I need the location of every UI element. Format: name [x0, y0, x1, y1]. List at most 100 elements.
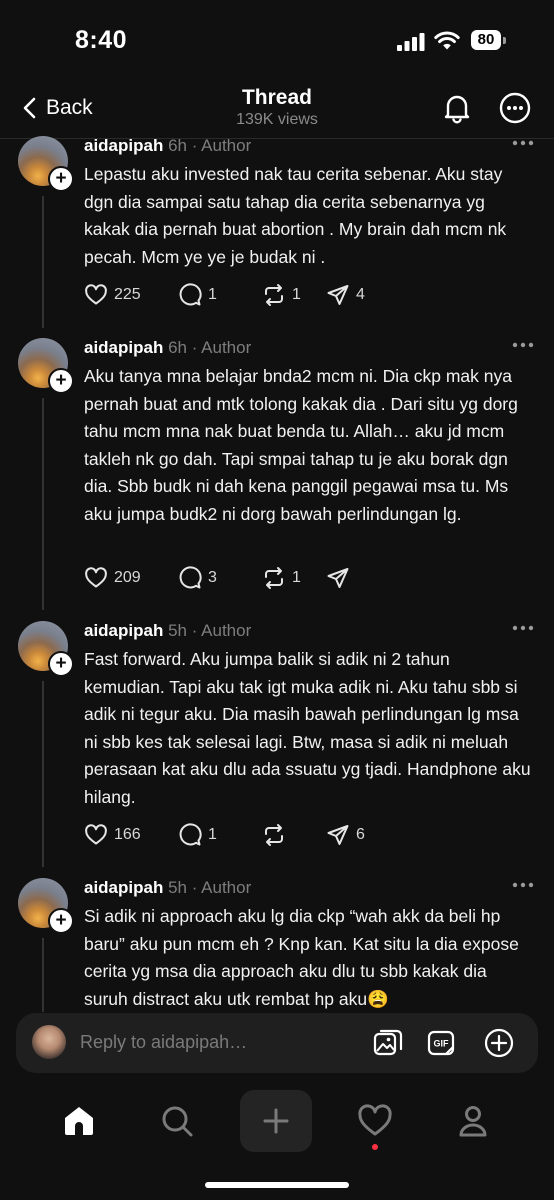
post-text: Si adik ni approach aku lg dia ckp “wah …	[84, 906, 519, 1009]
comment-icon	[179, 283, 202, 306]
reply-count: 3	[208, 569, 217, 586]
repost-icon	[265, 284, 283, 306]
share-button[interactable]: 6	[326, 823, 386, 847]
battery-level: 80	[471, 30, 501, 50]
thread-line	[42, 681, 44, 867]
status-bar: 8:40 80	[0, 0, 554, 80]
status-time: 8:40	[75, 26, 128, 54]
more-horizontal-icon[interactable]	[512, 342, 534, 348]
post-actions: 166 1 6	[84, 822, 386, 848]
thread-post: + aidapipah 6h · Author Aku tanya mna be…	[0, 338, 554, 618]
like-button[interactable]: 209	[84, 566, 178, 590]
repost-button[interactable]: 1	[262, 283, 326, 307]
avatar[interactable]: +	[18, 878, 74, 934]
battery-tip	[503, 37, 506, 44]
profile-icon	[459, 1106, 487, 1137]
post-actions: 225 1 1 4	[84, 282, 386, 308]
like-count: 209	[114, 569, 141, 586]
post-header: aidapipah 6h · Author	[84, 338, 251, 358]
post-header: aidapipah 5h · Author	[84, 621, 251, 641]
heart-icon	[358, 1104, 392, 1136]
reply-button[interactable]: 1	[178, 283, 262, 307]
thread-line	[42, 196, 44, 328]
battery-indicator: 80	[471, 30, 507, 52]
author-name[interactable]: aidapipah	[84, 136, 163, 155]
post-meta: 6h · Author	[163, 338, 252, 357]
repost-icon	[265, 567, 283, 589]
reply-composer[interactable]: Reply to aidapipah… GIF	[16, 1013, 538, 1073]
send-icon	[327, 568, 349, 588]
thread-post: + aidapipah 5h · Author Si adik ni appro…	[0, 878, 554, 1012]
author-name[interactable]: aidapipah	[84, 338, 163, 357]
follow-plus-icon[interactable]: +	[48, 368, 74, 394]
send-icon	[327, 285, 349, 305]
follow-plus-icon[interactable]: +	[48, 651, 74, 677]
thread-line	[42, 398, 44, 610]
reply-input[interactable]: Reply to aidapipah…	[80, 1032, 247, 1053]
reply-count: 1	[208, 286, 217, 303]
share-count: 6	[356, 826, 365, 843]
avatar[interactable]: +	[18, 621, 74, 677]
reply-button[interactable]: 1	[178, 823, 262, 847]
search-icon	[162, 1106, 193, 1137]
more-options-icon[interactable]	[499, 92, 531, 124]
cellular-signal-icon	[397, 33, 425, 51]
post-actions: 209 3 1	[84, 565, 386, 591]
plus-circle-icon[interactable]	[483, 1027, 515, 1059]
thread-line	[42, 938, 44, 1012]
post-text: Lepastu aku invested nak tau cerita sebe…	[84, 164, 507, 267]
heart-icon	[85, 824, 107, 845]
follow-plus-icon[interactable]: +	[48, 166, 74, 192]
post-text: Aku tanya mna belajar bnda2 mcm ni. Dia …	[84, 366, 518, 524]
follow-plus-icon[interactable]: +	[48, 908, 74, 934]
author-name[interactable]: aidapipah	[84, 878, 163, 897]
repost-button[interactable]	[262, 823, 326, 847]
post-meta: 5h · Author	[163, 621, 252, 640]
thread-post: + aidapipah 6h · Author Lepastu aku inve…	[0, 136, 554, 336]
more-horizontal-icon[interactable]	[512, 625, 534, 631]
more-horizontal-icon[interactable]	[512, 882, 534, 888]
share-button[interactable]	[326, 566, 386, 590]
svg-text:GIF: GIF	[434, 1039, 450, 1049]
home-icon	[65, 1107, 93, 1135]
plus-icon	[263, 1108, 289, 1134]
wifi-icon	[434, 31, 460, 50]
like-count: 225	[114, 286, 141, 303]
tab-home[interactable]	[43, 1090, 115, 1152]
repost-icon	[265, 824, 283, 846]
post-meta: 6h · Author	[163, 136, 252, 155]
notification-dot	[372, 1144, 378, 1150]
tab-new-post[interactable]	[240, 1090, 312, 1152]
tab-profile[interactable]	[437, 1090, 509, 1152]
reply-count: 1	[208, 826, 217, 843]
my-avatar	[32, 1025, 66, 1059]
avatar[interactable]: +	[18, 338, 74, 394]
bell-icon[interactable]	[441, 92, 473, 124]
repost-count: 1	[292, 286, 301, 303]
heart-icon	[85, 284, 107, 305]
comment-icon	[179, 823, 202, 846]
thread-post: + aidapipah 5h · Author Fast forward. Ak…	[0, 621, 554, 873]
top-navigation: Back Thread 139K views	[0, 80, 554, 139]
like-button[interactable]: 166	[84, 823, 178, 847]
more-horizontal-icon[interactable]	[512, 140, 534, 146]
gif-icon[interactable]: GIF	[426, 1027, 458, 1059]
image-icon[interactable]	[372, 1027, 404, 1059]
tab-activity[interactable]	[339, 1090, 411, 1152]
share-button[interactable]: 4	[326, 283, 386, 307]
share-count: 4	[356, 286, 365, 303]
post-meta: 5h · Author	[163, 878, 252, 897]
repost-button[interactable]: 1	[262, 566, 326, 590]
comment-icon	[179, 566, 202, 589]
home-indicator	[205, 1182, 349, 1188]
author-name[interactable]: aidapipah	[84, 621, 163, 640]
reply-button[interactable]: 3	[178, 566, 262, 590]
avatar[interactable]: +	[18, 136, 74, 192]
post-text: Fast forward. Aku jumpa balik si adik ni…	[84, 649, 531, 807]
like-count: 166	[114, 826, 141, 843]
post-header: aidapipah 6h · Author	[84, 136, 251, 156]
heart-icon	[85, 567, 107, 588]
tab-search[interactable]	[141, 1090, 213, 1152]
repost-count: 1	[292, 569, 301, 586]
like-button[interactable]: 225	[84, 283, 178, 307]
